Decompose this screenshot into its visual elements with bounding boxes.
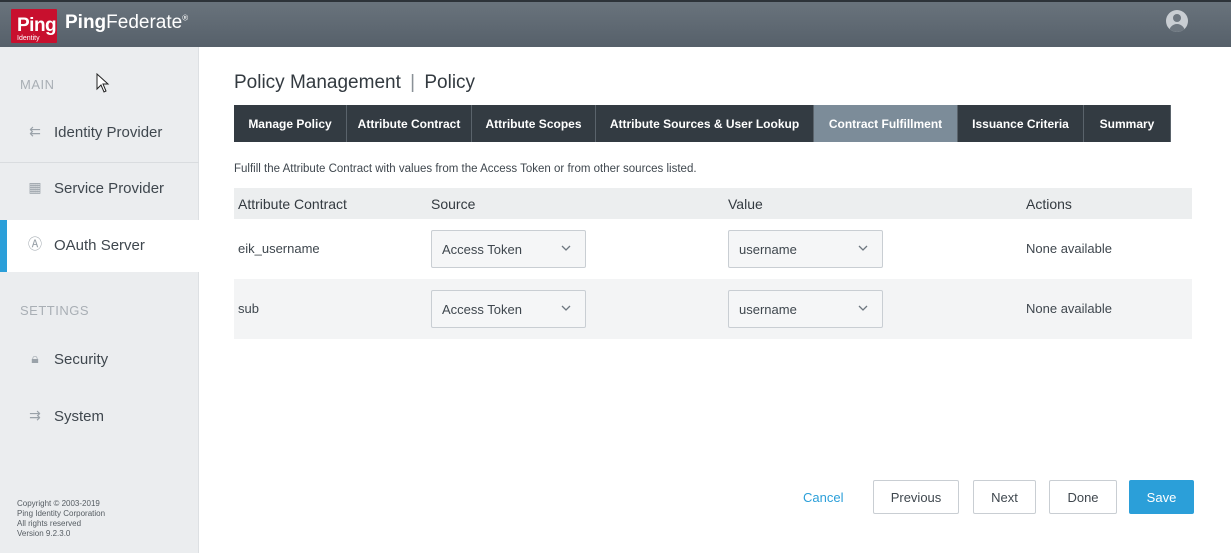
chevron-down-icon [858,245,868,251]
source-select-value: Access Token [442,302,522,317]
product-name-rest: Federate [106,12,183,33]
sidebar-item-oauth-server[interactable]: Ⓐ OAuth Server [0,220,209,272]
top-bar: Ping Identity PingFederate® [0,0,1231,47]
instructions-text: Fulfill the Attribute Contract with valu… [234,163,697,175]
table-row: eik_username Access Token username None … [234,219,1192,279]
sidebar-item-label: Security [54,351,109,368]
lock-icon: 🔒︎ [31,350,39,366]
value-select-value: username [739,242,797,257]
logo-text: Ping [17,15,57,36]
next-button[interactable]: Next [973,480,1036,514]
sidebar-item-label: Identity Provider [54,124,163,141]
sidebar-section-settings: SETTINGS [20,303,90,318]
actions-text: None available [1026,241,1113,256]
page-title-page: Policy [424,72,476,93]
user-avatar-icon[interactable] [1166,10,1188,32]
product-name: PingFederate® [65,12,188,34]
copyright-footer: Copyright © 2003-2019 Ping Identity Corp… [17,499,105,539]
chevron-down-icon [858,305,868,311]
mouse-cursor-icon [96,73,110,93]
attribute-name: eik_username [238,241,320,256]
tab-manage-policy[interactable]: Manage Policy [234,105,347,142]
active-pointer [199,220,209,272]
value-select-value: username [739,302,797,317]
tab-contract-fulfillment[interactable]: Contract Fulfillment [814,105,958,142]
save-button[interactable]: Save [1129,480,1194,514]
sidebar-item-security[interactable]: 🔒︎ Security [0,334,199,386]
sidebar-item-service-provider[interactable]: ▦ Service Provider [0,163,199,215]
oauth-icon: Ⓐ [28,236,42,252]
tab-issuance-criteria[interactable]: Issuance Criteria [958,105,1084,142]
source-select[interactable]: Access Token [431,290,586,328]
footer-line: Version 9.2.3.0 [17,529,71,538]
sidebar-item-label: OAuth Server [54,237,145,254]
sidebar-item-label: System [54,408,105,425]
active-indicator [0,220,7,272]
actions-text: None available [1026,301,1113,316]
sidebar: MAIN ⇇ Identity Provider ▦ Service Provi… [0,47,209,553]
tab-attribute-sources[interactable]: Attribute Sources & User Lookup [596,105,814,142]
sidebar-item-system[interactable]: ⇉ System [0,391,199,443]
top-bar-border [0,0,1231,2]
cancel-link[interactable]: Cancel [803,490,843,505]
table-header: Attribute Contract Source Value Actions [234,188,1192,219]
attribute-name: sub [238,301,259,316]
column-header-attribute-contract: Attribute Contract [238,196,347,212]
page-title: Policy Management | Policy [234,72,475,94]
footer-line: All rights reserved [17,519,82,528]
table-row: sub Access Token username None available [234,279,1192,339]
sidebar-item-identity-provider[interactable]: ⇇ Identity Provider [0,107,199,159]
wizard-tabs: Manage Policy Attribute Contract Attribu… [234,105,1171,142]
footer-line: Ping Identity Corporation [17,509,106,518]
tab-attribute-contract[interactable]: Attribute Contract [347,105,472,142]
column-header-source: Source [431,196,476,212]
previous-button[interactable]: Previous [873,480,959,514]
chevron-down-icon [561,245,571,251]
registered-mark: ® [182,13,189,23]
sidebar-item-label: Service Provider [54,180,165,197]
source-select[interactable]: Access Token [431,230,586,268]
ping-identity-logo[interactable]: Ping Identity [11,9,57,43]
done-button[interactable]: Done [1049,480,1117,514]
title-separator: | [410,72,416,93]
sliders-icon: ⇉ [29,407,41,423]
page-title-section: Policy Management [234,72,401,93]
service-provider-icon: ▦ [28,179,42,195]
column-header-actions: Actions [1026,196,1072,212]
product-name-bold: Ping [65,12,107,33]
column-header-value: Value [728,196,763,212]
chevron-down-icon [561,305,571,311]
footer-line: Copyright © 2003-2019 [17,499,100,508]
identity-provider-icon: ⇇ [29,123,41,139]
tab-attribute-scopes[interactable]: Attribute Scopes [472,105,596,142]
tab-summary[interactable]: Summary [1084,105,1171,142]
source-select-value: Access Token [442,242,522,257]
value-select[interactable]: username [728,290,883,328]
value-select[interactable]: username [728,230,883,268]
logo-subtext: Identity [17,35,40,42]
sidebar-section-main: MAIN [20,77,55,92]
